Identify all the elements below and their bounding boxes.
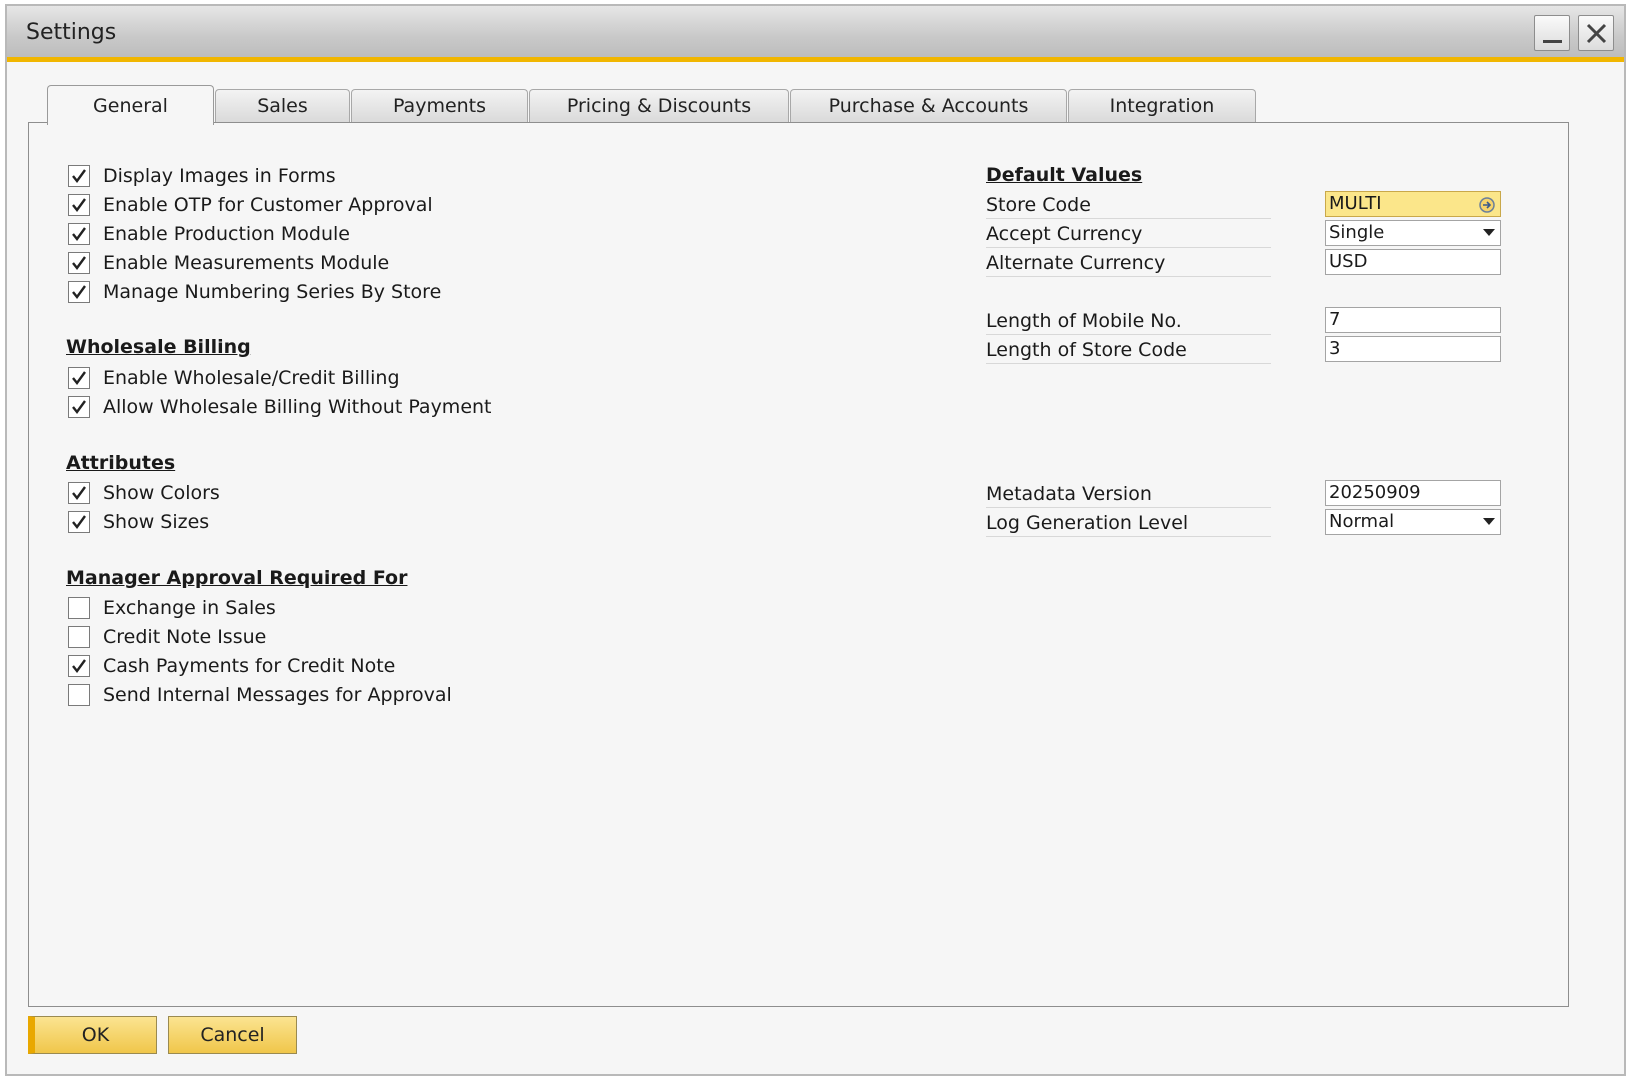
tab-label: General (93, 95, 168, 117)
tab-label: Integration (1109, 95, 1215, 117)
log-level-label: Log Generation Level (986, 510, 1271, 537)
store-code-length-label: Length of Store Code (986, 337, 1271, 364)
tab-payments[interactable]: Payments (351, 89, 528, 123)
minimize-button[interactable] (1534, 15, 1570, 51)
checkbox-label: Credit Note Issue (103, 626, 267, 648)
alternate-currency-label: Alternate Currency (986, 250, 1271, 277)
tab-label: Payments (392, 95, 487, 117)
title-bar[interactable]: Settings (7, 6, 1624, 62)
checkmark-icon (72, 227, 86, 241)
window-title: Settings (26, 20, 117, 45)
checkbox[interactable] (68, 626, 90, 648)
cancel-button[interactable]: Cancel (168, 1016, 297, 1054)
checkbox[interactable] (68, 165, 90, 187)
approval-heading: Manager Approval Required For (66, 567, 408, 589)
store-code-value: MULTI (1329, 193, 1382, 214)
metadata-version-value: 20250909 (1329, 482, 1421, 503)
checkbox-label: Exchange in Sales (103, 597, 276, 619)
mobile-length-label: Length of Mobile No. (986, 308, 1271, 335)
metadata-version-field[interactable]: 20250909 (1325, 480, 1501, 506)
checkmark-icon (72, 169, 86, 183)
checkbox[interactable] (68, 194, 90, 216)
ok-button[interactable]: OK (28, 1016, 157, 1054)
checkbox[interactable] (68, 223, 90, 245)
checkbox-label: Enable Wholesale/Credit Billing (103, 367, 400, 389)
alternate-currency-value: USD (1329, 251, 1368, 272)
default-values-heading: Default Values (986, 164, 1143, 186)
checkmark-icon (72, 400, 86, 414)
checkmark-icon (72, 285, 86, 299)
chevron-down-icon (1483, 229, 1495, 236)
mobile-length-value: 7 (1329, 309, 1341, 330)
tab-label: Sales (257, 95, 308, 117)
accept-currency-value: Single (1329, 222, 1385, 243)
checkbox-label: Show Colors (103, 482, 220, 504)
checkbox-label: Enable OTP for Customer Approval (103, 194, 433, 216)
checkbox[interactable] (68, 281, 90, 303)
minimize-icon (1543, 40, 1562, 43)
checkbox-label: Show Sizes (103, 511, 210, 533)
close-icon (1586, 23, 1607, 44)
attributes-heading: Attributes (66, 452, 176, 474)
checkbox[interactable] (68, 597, 90, 619)
metadata-version-label: Metadata Version (986, 481, 1271, 508)
tab-label: Pricing & Discounts (566, 95, 752, 117)
checkbox[interactable] (68, 511, 90, 533)
tab-general[interactable]: General (47, 85, 214, 125)
log-level-value: Normal (1329, 511, 1395, 532)
checkbox[interactable] (68, 684, 90, 706)
accept-currency-select[interactable]: Single (1325, 220, 1501, 246)
general-tab-panel: Display Images in Forms Enable OTP for C… (28, 122, 1569, 1007)
tab-label: Purchase & Accounts (828, 95, 1029, 117)
close-button[interactable] (1578, 15, 1614, 51)
chevron-down-icon (1483, 518, 1495, 525)
checkmark-icon (72, 515, 86, 529)
checkbox[interactable] (68, 367, 90, 389)
tab-pricing-discounts[interactable]: Pricing & Discounts (529, 89, 789, 123)
checkbox[interactable] (68, 655, 90, 677)
alternate-currency-field[interactable]: USD (1325, 249, 1501, 275)
tab-purchase-accounts[interactable]: Purchase & Accounts (790, 89, 1067, 123)
checkmark-icon (72, 659, 86, 673)
store-code-label: Store Code (986, 192, 1271, 219)
checkbox-label: Enable Production Module (103, 223, 350, 245)
store-code-length-value: 3 (1329, 338, 1341, 359)
checkmark-icon (72, 486, 86, 500)
checkbox-label: Display Images in Forms (103, 165, 336, 187)
checkbox-label: Send Internal Messages for Approval (103, 684, 452, 706)
checkmark-icon (72, 198, 86, 212)
checkbox-label: Manage Numbering Series By Store (103, 281, 442, 303)
store-code-length-field[interactable]: 3 (1325, 336, 1501, 362)
checkmark-icon (72, 256, 86, 270)
mobile-length-field[interactable]: 7 (1325, 307, 1501, 333)
checkbox[interactable] (68, 482, 90, 504)
tab-sales[interactable]: Sales (215, 89, 350, 123)
link-arrow-icon[interactable] (1477, 195, 1497, 215)
store-code-field[interactable]: MULTI (1325, 191, 1501, 217)
tab-integration[interactable]: Integration (1068, 89, 1256, 123)
checkbox[interactable] (68, 252, 90, 274)
checkbox[interactable] (68, 396, 90, 418)
checkbox-label: Allow Wholesale Billing Without Payment (103, 396, 492, 418)
wholesale-heading: Wholesale Billing (66, 336, 251, 358)
checkbox-label: Cash Payments for Credit Note (103, 655, 396, 677)
log-level-select[interactable]: Normal (1325, 509, 1501, 535)
checkbox-label: Enable Measurements Module (103, 252, 390, 274)
accept-currency-label: Accept Currency (986, 221, 1271, 248)
settings-window: Settings General Sales Payments Pricing … (5, 4, 1626, 1076)
checkmark-icon (72, 371, 86, 385)
